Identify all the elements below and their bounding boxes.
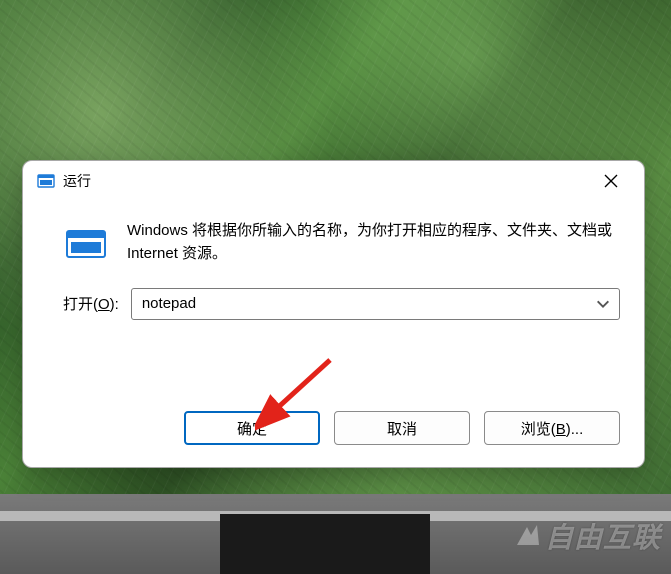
- cancel-button[interactable]: 取消: [334, 411, 470, 445]
- open-row: 打开(O):: [23, 266, 644, 320]
- close-button[interactable]: [588, 163, 634, 199]
- open-combobox[interactable]: [131, 288, 620, 320]
- dialog-body: Windows 将根据你所输入的名称，为你打开相应的程序、文件夹、文档或 Int…: [23, 201, 644, 266]
- structure-opening: [220, 514, 430, 574]
- ok-button[interactable]: 确定: [184, 411, 320, 445]
- dialog-description: Windows 将根据你所输入的名称，为你打开相应的程序、文件夹、文档或 Int…: [127, 219, 620, 266]
- run-title-icon: [37, 172, 55, 190]
- structure-wall: [0, 494, 671, 574]
- desktop-background: 运行 Windows 将根据你所输入的名称，为你打开相应的程序、文件夹、文档或 …: [0, 0, 671, 574]
- close-icon: [604, 174, 618, 188]
- run-app-icon: [65, 223, 107, 265]
- dialog-title: 运行: [63, 171, 588, 191]
- open-input[interactable]: [140, 294, 595, 313]
- browse-button-label: 浏览(B)...: [521, 418, 584, 439]
- open-label: 打开(O):: [63, 293, 119, 314]
- run-dialog: 运行 Windows 将根据你所输入的名称，为你打开相应的程序、文件夹、文档或 …: [22, 160, 645, 468]
- titlebar: 运行: [23, 161, 644, 201]
- chevron-down-icon[interactable]: [595, 296, 611, 312]
- ok-button-label: 确定: [237, 418, 267, 439]
- browse-button[interactable]: 浏览(B)...: [484, 411, 620, 445]
- button-row: 确定 取消 浏览(B)...: [23, 411, 644, 467]
- cancel-button-label: 取消: [387, 418, 417, 439]
